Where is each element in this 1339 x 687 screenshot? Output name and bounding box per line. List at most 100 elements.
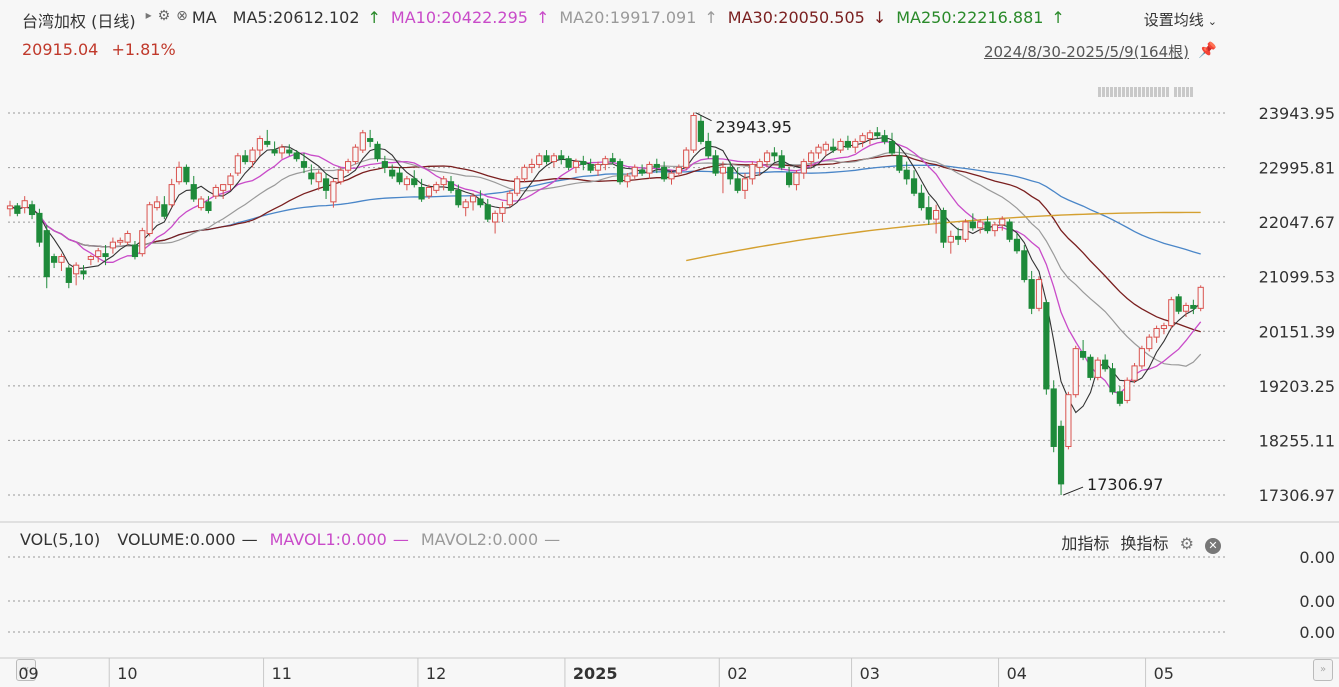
candle-body bbox=[874, 132, 881, 137]
candle-body bbox=[425, 186, 433, 197]
candle-body bbox=[668, 172, 675, 180]
candle-body bbox=[852, 140, 859, 148]
y-tick-label: 22995.81 bbox=[1259, 159, 1335, 178]
candle-body bbox=[183, 166, 190, 183]
volume-items: VOLUME:0.000 — MAVOL1:0.000 — MAVOL2:0.000 — bbox=[111, 530, 566, 549]
candle-body bbox=[256, 138, 263, 151]
candle-body bbox=[903, 169, 910, 180]
candle-body bbox=[43, 230, 50, 278]
candle-body bbox=[1190, 304, 1197, 309]
candle-body bbox=[205, 201, 212, 211]
candle-body bbox=[910, 178, 918, 194]
candle-body bbox=[1035, 279, 1043, 309]
candle-body bbox=[1182, 304, 1190, 312]
candle-body bbox=[690, 115, 697, 151]
candle-body bbox=[763, 152, 771, 163]
candle-body bbox=[727, 166, 734, 180]
candle-body bbox=[925, 207, 932, 220]
candle-body bbox=[1094, 359, 1101, 378]
candle-body bbox=[697, 120, 704, 142]
candle-body bbox=[1124, 379, 1131, 401]
candle-body bbox=[506, 192, 513, 206]
candle-body bbox=[1006, 221, 1013, 240]
volume-y-tick: 0.00 bbox=[1299, 592, 1335, 611]
candle-body bbox=[888, 140, 896, 154]
candle-body bbox=[131, 244, 139, 258]
candle-body bbox=[550, 155, 557, 163]
candle-body bbox=[594, 163, 602, 171]
candle-body bbox=[95, 250, 102, 258]
candle-body bbox=[1109, 368, 1116, 393]
candle-body bbox=[837, 140, 844, 151]
x-axis-label: 10 bbox=[117, 664, 138, 683]
candle-body bbox=[1080, 351, 1087, 358]
annotation-pointer bbox=[1062, 486, 1084, 496]
volume-item: VOLUME:0.000 bbox=[117, 530, 236, 549]
candle-body bbox=[14, 205, 21, 214]
switch-indicator-button[interactable]: 换指标 bbox=[1120, 534, 1168, 553]
candle-body bbox=[499, 207, 506, 214]
candle-body bbox=[800, 161, 807, 174]
candle-body bbox=[661, 166, 668, 180]
candle-body bbox=[308, 172, 315, 180]
candle-body bbox=[778, 155, 785, 168]
candle-body bbox=[786, 172, 793, 186]
candle-body bbox=[220, 184, 227, 191]
candle-body bbox=[51, 256, 58, 263]
candle-body bbox=[984, 221, 991, 232]
volume-legend: VOL(5,10) VOLUME:0.000 — MAVOL1:0.000 — MAVO… bbox=[20, 530, 572, 549]
annotation-pointer bbox=[695, 112, 712, 122]
candle-body bbox=[58, 256, 65, 263]
candle-body bbox=[822, 143, 829, 151]
candle-body bbox=[616, 161, 624, 183]
candle-body bbox=[1160, 325, 1168, 329]
candle-body bbox=[565, 158, 572, 168]
x-axis-label: 05 bbox=[1153, 664, 1174, 683]
x-axis-label: 04 bbox=[1006, 664, 1027, 683]
candle-body bbox=[492, 212, 499, 223]
candle-body bbox=[124, 233, 131, 243]
y-tick-label: 19203.25 bbox=[1259, 377, 1335, 396]
candle-body bbox=[719, 166, 727, 174]
candle-body bbox=[117, 239, 124, 243]
candle-body bbox=[1028, 279, 1035, 309]
candle-body bbox=[286, 149, 293, 154]
x-axis: 09 10 11 12 2025 02 03 04 05 bbox=[0, 660, 1339, 687]
y-tick-label: 20151.39 bbox=[1259, 322, 1335, 341]
add-indicator-button[interactable]: 加指标 bbox=[1061, 534, 1109, 553]
candle-body bbox=[374, 143, 381, 160]
candle-body bbox=[771, 152, 778, 157]
high-annotation: 23943.95 bbox=[716, 118, 792, 137]
candle-body bbox=[1138, 348, 1146, 367]
price-chart[interactable]: 23943.95 22995.81 22047.67 21099.53 20151.39… bbox=[0, 0, 1339, 687]
candle-body bbox=[73, 264, 80, 275]
candle-body bbox=[264, 140, 271, 145]
candle-body bbox=[21, 200, 28, 209]
candle-body bbox=[1131, 365, 1138, 381]
candle-body bbox=[653, 163, 660, 168]
volume-y-tick: 0.00 bbox=[1299, 548, 1335, 567]
candle-body bbox=[1153, 327, 1160, 338]
candle-body bbox=[315, 172, 322, 183]
candle-body bbox=[80, 270, 87, 275]
x-axis-label: 03 bbox=[859, 664, 880, 683]
low-annotation: 17306.97 bbox=[1087, 475, 1163, 494]
candle-body bbox=[977, 221, 984, 229]
y-tick-label: 17306.97 bbox=[1259, 486, 1335, 505]
candle-body bbox=[389, 169, 396, 177]
candle-body bbox=[808, 152, 815, 163]
y-tick-label: 22047.67 bbox=[1259, 213, 1335, 232]
candle-body bbox=[918, 192, 925, 209]
x-axis-label: 11 bbox=[271, 664, 292, 683]
candle-body bbox=[227, 175, 234, 186]
candle-body bbox=[139, 230, 146, 255]
close-icon[interactable]: ✕ bbox=[1205, 538, 1221, 554]
candle-body bbox=[683, 149, 690, 168]
candle-body bbox=[146, 204, 153, 235]
candle-body bbox=[440, 178, 447, 186]
candle-body bbox=[543, 155, 550, 163]
gear-icon[interactable]: ⚙ bbox=[1180, 534, 1194, 553]
candle-body bbox=[153, 201, 161, 209]
candle-body bbox=[881, 135, 888, 142]
candle-body bbox=[345, 161, 352, 171]
